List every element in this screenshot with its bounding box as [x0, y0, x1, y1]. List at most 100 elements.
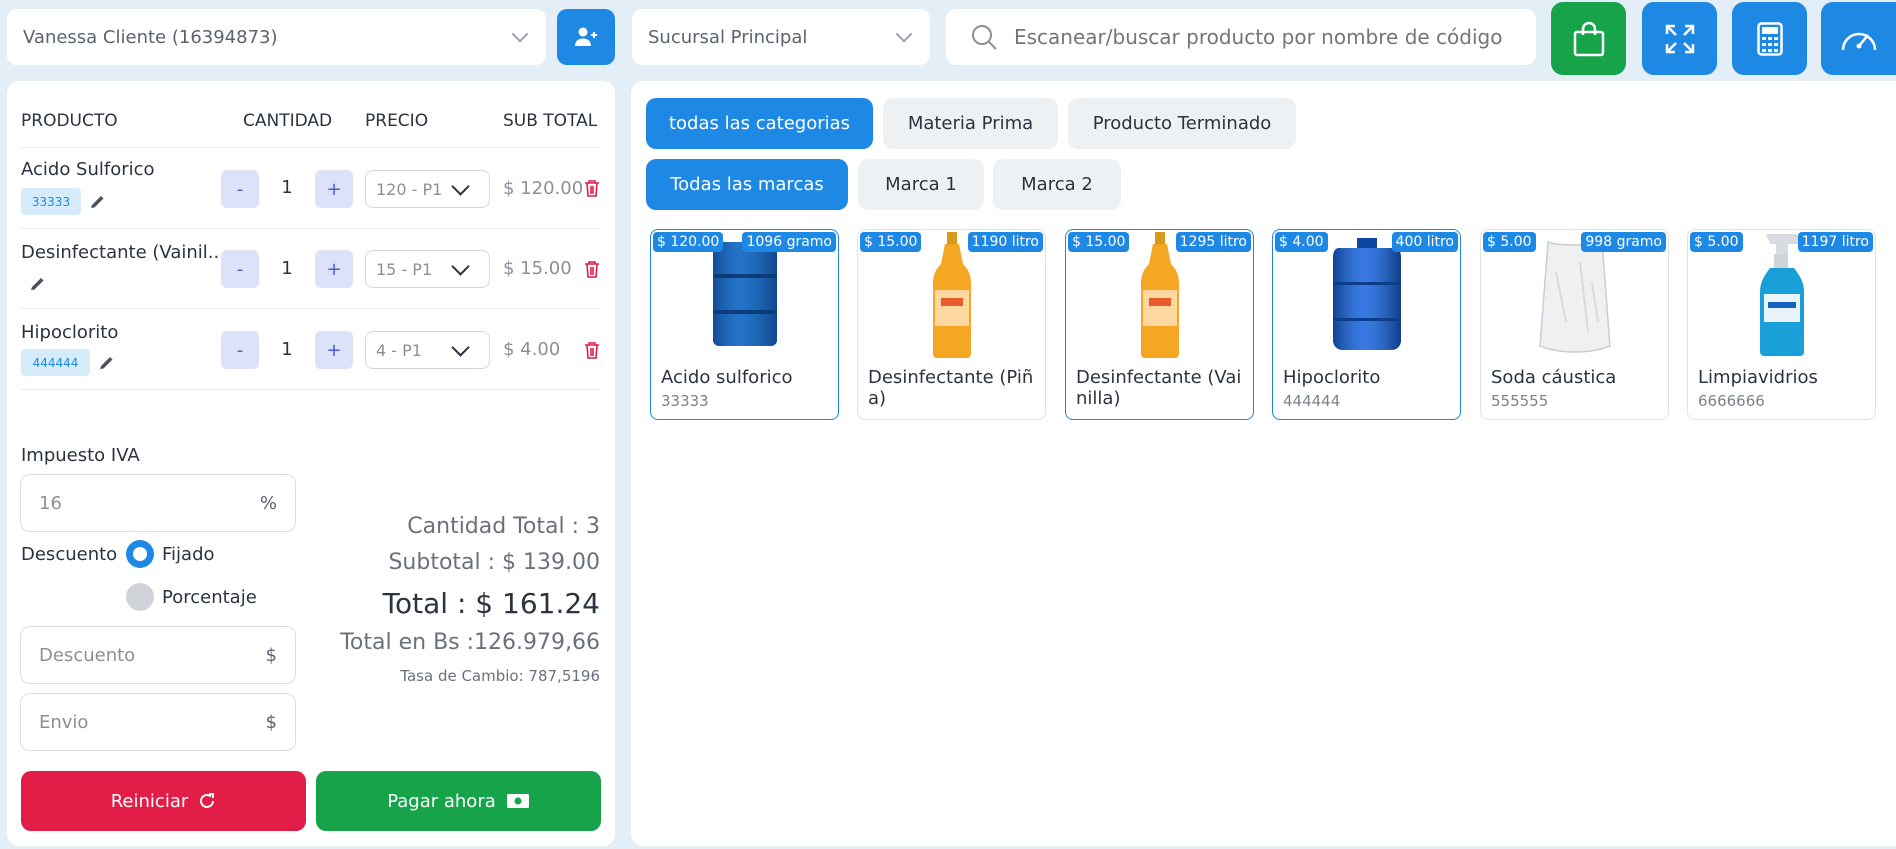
cart-item-subtotal: $ 4.00 [503, 339, 561, 360]
discount-fixed-radio[interactable] [126, 540, 154, 568]
pos-bag-button[interactable] [1551, 2, 1626, 75]
subtotal: Subtotal : $ 139.00 [388, 550, 600, 575]
stock-badge: 998 gramo [1581, 232, 1666, 252]
product-name: Hipoclorito [1283, 367, 1381, 388]
col-header-product: PRODUCTO [21, 111, 118, 131]
price-select-value: 15 - P1 [376, 259, 433, 279]
customer-select-value: Vanessa Cliente (16394873) [23, 26, 278, 48]
category-chip-all[interactable]: todas las categorias [646, 98, 873, 149]
discount-input[interactable]: Descuento $ [20, 626, 296, 684]
stock-badge: 400 litro [1391, 232, 1458, 252]
increase-qty-button[interactable]: + [315, 331, 353, 369]
tax-input[interactable]: 16 % [20, 474, 296, 532]
divider [20, 228, 600, 229]
discount-label: Descuento [21, 544, 118, 565]
add-user-icon [575, 27, 597, 46]
pencil-icon[interactable] [29, 274, 47, 292]
trash-icon[interactable] [583, 178, 601, 198]
trash-icon[interactable] [583, 259, 601, 279]
cart-item-qty[interactable]: 1 [272, 258, 302, 279]
shipping-input[interactable]: Envio $ [20, 693, 296, 751]
pay-label: Pagar ahora [387, 790, 496, 812]
product-name: Limpiavidrios [1698, 367, 1818, 388]
price-badge: $ 15.00 [1068, 232, 1130, 252]
price-badge: $ 5.00 [1690, 232, 1743, 252]
col-header-quantity: CANTIDAD [243, 111, 333, 131]
brand-chip-marca-2[interactable]: Marca 2 [993, 159, 1121, 210]
dashboard-button[interactable] [1821, 2, 1896, 75]
price-badge: $ 4.00 [1275, 232, 1328, 252]
price-badge: $ 15.00 [860, 232, 922, 252]
decrease-qty-button[interactable]: - [221, 170, 259, 208]
price-select-value: 120 - P1 [376, 179, 443, 199]
add-customer-button[interactable] [557, 9, 615, 65]
product-card[interactable]: $ 5.00 1197 litro Limpiavidrios 6666666 [1687, 229, 1876, 420]
price-select[interactable]: 120 - P1 [365, 170, 490, 208]
percent-suffix: % [259, 492, 277, 514]
refresh-icon [200, 793, 215, 808]
category-chip-materia-prima[interactable]: Materia Prima [883, 98, 1058, 149]
brand-chip-marca-1[interactable]: Marca 1 [858, 159, 984, 210]
product-search-bar[interactable] [946, 9, 1536, 65]
product-code: 444444 [1283, 392, 1341, 410]
product-card[interactable]: $ 15.00 1190 litro Desinfectante (Piña) [857, 229, 1046, 420]
product-card[interactable]: $ 120.00 1096 gramo Acido sulforico 3333… [650, 229, 839, 420]
discount-percent-radio[interactable] [126, 583, 154, 611]
product-code: 555555 [1491, 392, 1549, 410]
discount-fixed-label: Fijado [162, 544, 215, 565]
increase-qty-button[interactable]: + [315, 170, 353, 208]
discount-percent-label: Porcentaje [162, 587, 257, 608]
chevron-down-icon [451, 338, 470, 357]
divider [20, 308, 600, 309]
tax-label: Impuesto IVA [21, 445, 140, 466]
cart-item-name: Acido Sulforico [21, 159, 155, 180]
product-name: Acido sulforico [661, 367, 793, 388]
chevron-down-icon [511, 25, 529, 43]
stock-badge: 1295 litro [1175, 232, 1251, 252]
total-quantity: Cantidad Total : 3 [407, 514, 600, 539]
branch-select[interactable]: Sucursal Principal [632, 9, 930, 65]
customer-select[interactable]: Vanessa Cliente (16394873) [7, 9, 546, 65]
product-card[interactable]: $ 5.00 998 gramo Soda cáustica 555555 [1480, 229, 1669, 420]
product-card[interactable]: $ 4.00 400 litro Hipoclorito 444444 [1272, 229, 1461, 420]
dollar-suffix: $ [265, 644, 277, 666]
cart-item-name: Hipoclorito [21, 322, 119, 343]
reset-button[interactable]: Reiniciar [21, 771, 306, 831]
price-select[interactable]: 15 - P1 [365, 250, 490, 288]
col-header-price: PRECIO [365, 111, 429, 131]
fullscreen-button[interactable] [1642, 2, 1717, 75]
shopping-bag-icon [1573, 21, 1604, 56]
product-name: Desinfectante (Vainilla) [1076, 367, 1242, 409]
divider [20, 389, 600, 390]
search-icon [972, 25, 997, 50]
cart-item-code: 444444 [21, 349, 90, 376]
price-select-value: 4 - P1 [376, 340, 422, 360]
product-code: 33333 [661, 392, 709, 410]
pay-now-button[interactable]: Pagar ahora [316, 771, 601, 831]
chevron-down-icon [451, 177, 470, 196]
calculator-button[interactable] [1732, 2, 1807, 75]
category-chip-producto-terminado[interactable]: Producto Terminado [1068, 98, 1296, 149]
cart-item-subtotal: $ 120.00 [503, 178, 584, 199]
product-name: Desinfectante (Piña) [868, 367, 1034, 409]
price-badge: $ 120.00 [653, 232, 724, 252]
price-badge: $ 5.00 [1483, 232, 1536, 252]
cart-item-name: Desinfectante (Vainil... [21, 242, 225, 263]
search-input[interactable] [1014, 25, 1514, 49]
dollar-suffix: $ [265, 711, 277, 733]
pencil-icon[interactable] [98, 353, 116, 371]
increase-qty-button[interactable]: + [315, 250, 353, 288]
speedometer-icon [1841, 32, 1876, 50]
cart-item-qty[interactable]: 1 [272, 177, 302, 198]
trash-icon[interactable] [583, 340, 601, 360]
decrease-qty-button[interactable]: - [221, 250, 259, 288]
cart-item-code: 33333 [21, 188, 81, 215]
product-name: Soda cáustica [1491, 367, 1617, 388]
brand-chip-all[interactable]: Todas las marcas [646, 159, 848, 210]
price-select[interactable]: 4 - P1 [365, 331, 490, 369]
cart-item-qty[interactable]: 1 [272, 339, 302, 360]
product-card[interactable]: $ 15.00 1295 litro Desinfectante (Vainil… [1065, 229, 1254, 420]
exchange-rate: Tasa de Cambio: 787,5196 [400, 667, 600, 685]
decrease-qty-button[interactable]: - [221, 331, 259, 369]
pencil-icon[interactable] [89, 192, 107, 210]
